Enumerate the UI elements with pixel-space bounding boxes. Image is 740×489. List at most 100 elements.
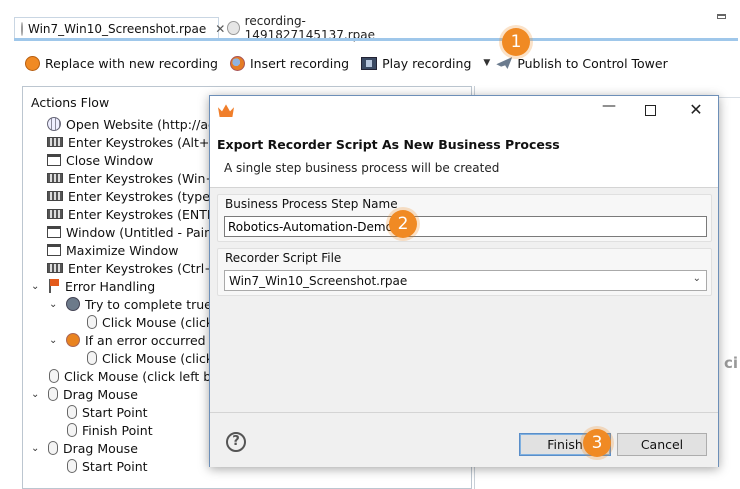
script-file-group: Recorder Script File Win7_Win10_Screensh… (217, 248, 712, 296)
tree-item[interactable]: Maximize Window (47, 241, 178, 259)
globe-icon (47, 117, 61, 131)
mouse-icon (67, 405, 77, 419)
step-name-group: Business Process Step Name (217, 194, 712, 242)
tree-item-label: Start Point (82, 404, 148, 420)
editor-tab-bar: Win7_Win10_Screenshot.rpae ✕ recording-1… (0, 0, 740, 46)
minimize-window-button[interactable]: — (599, 98, 619, 114)
mouse-icon (67, 459, 77, 473)
paper-plane-icon (496, 57, 513, 69)
replace-recording-button[interactable]: Replace with new recording (25, 55, 218, 71)
tree-item[interactable]: Enter Keystrokes (Ctrl+v) (47, 259, 227, 277)
keyboard-icon (47, 263, 63, 273)
cancel-button[interactable]: Cancel (617, 433, 707, 456)
tree-item[interactable]: ⌄ Drag Mouse (31, 439, 138, 457)
keyboard-icon (47, 173, 63, 183)
step-name-label: Business Process Step Name (225, 197, 398, 211)
tree-item-label: Window (Untitled - Paint) (66, 224, 222, 240)
tree-item[interactable]: Click Mouse (click left butt (49, 367, 229, 385)
tree-item-label: Enter Keystrokes (Win+r) (68, 170, 226, 186)
panel-title: Actions Flow (31, 95, 110, 110)
script-file-select[interactable]: Win7_Win10_Screenshot.rpae ⌄ (224, 270, 707, 291)
dialog-heading: Export Recorder Script As New Business P… (217, 137, 560, 152)
mouse-icon (48, 387, 58, 401)
insert-recording-label: Insert recording (249, 55, 350, 71)
script-file-icon (21, 21, 23, 36)
tree-item[interactable]: Start Point (67, 457, 148, 475)
script-file-value: Win7_Win10_Screenshot.rpae (229, 274, 408, 288)
replace-recording-label: Replace with new recording (45, 55, 218, 71)
expand-chevron-icon[interactable]: ⌄ (49, 335, 61, 346)
dialog-subtitle: A single step business process will be c… (224, 161, 500, 175)
help-icon[interactable]: ? (226, 432, 246, 452)
crown-app-icon (218, 104, 234, 117)
insert-recording-button[interactable]: Insert recording (229, 55, 350, 71)
play-recording-button[interactable]: Play recording (361, 56, 471, 71)
tree-item[interactable]: Click Mouse (click l (87, 313, 221, 331)
expand-chevron-icon[interactable]: ⌄ (31, 389, 43, 400)
insert-record-icon (229, 55, 245, 71)
keyboard-icon (47, 209, 63, 219)
window-icon (47, 226, 61, 238)
mouse-icon (87, 315, 97, 329)
maximize-icon (644, 105, 656, 116)
flag-icon (48, 279, 60, 293)
tree-item[interactable]: ⌄ Drag Mouse (31, 385, 138, 403)
tree-item[interactable]: Enter Keystrokes (ENTER) (47, 205, 228, 223)
tree-item-label: Drag Mouse (63, 440, 138, 456)
tree-item[interactable]: ⌄ Error Handling (31, 277, 155, 295)
tree-item-label: Start Point (82, 458, 148, 474)
dropdown-arrow-icon[interactable]: ▼ (483, 58, 490, 68)
step-marker-1: 1 (502, 28, 530, 56)
step-marker-3: 3 (583, 429, 611, 457)
expand-chevron-icon[interactable]: ⌄ (49, 299, 61, 310)
try-block-icon (66, 297, 80, 311)
tree-item-label: Finish Point (82, 422, 153, 438)
script-file-label: Recorder Script File (225, 251, 342, 265)
tree-item-label: Click Mouse (click l (102, 314, 221, 330)
tree-item[interactable]: Click Mouse (click l (87, 349, 221, 367)
error-handler-icon (66, 333, 80, 347)
tree-item-label: Close Window (66, 152, 154, 168)
maximize-window-button[interactable] (640, 102, 660, 120)
tree-item[interactable]: Window (Untitled - Paint) (47, 223, 222, 241)
tree-item[interactable]: Start Point (67, 403, 148, 421)
film-icon (361, 56, 378, 70)
play-recording-label: Play recording (382, 55, 472, 71)
dialog-header: Export Recorder Script As New Business P… (210, 126, 718, 188)
tree-item[interactable]: Close Window (47, 151, 153, 169)
active-tab-underline (14, 38, 738, 41)
tree-item-label: Maximize Window (66, 242, 179, 258)
tree-item[interactable]: ⌄ Try to complete true (49, 295, 212, 313)
tree-item-label: Error Handling (65, 278, 156, 294)
tree-item[interactable]: ⌄ If an error occurred true (49, 331, 235, 349)
script-file-icon (227, 21, 240, 35)
mouse-icon (48, 441, 58, 455)
dialog-titlebar: — ✕ (210, 96, 718, 126)
tree-item-label: Enter Keystrokes (ENTER) (68, 206, 229, 222)
tree-item[interactable]: Open Website (http://accu (47, 115, 230, 133)
tab-recording[interactable]: recording-1491827145137.rpae (221, 14, 421, 42)
window-icon (47, 154, 61, 166)
close-window-button[interactable]: ✕ (686, 100, 706, 119)
tree-item-label: Click Mouse (click l (102, 350, 221, 366)
step-name-input[interactable] (224, 216, 707, 237)
mouse-icon (87, 351, 97, 365)
minimize-view-icon[interactable] (717, 14, 726, 19)
recorder-toolbar: Replace with new recording Insert record… (0, 46, 740, 80)
dialog-footer: ? Finish Cancel (210, 412, 718, 467)
tree-item-label: Click Mouse (click left butt (64, 368, 229, 384)
window-icon (47, 244, 61, 256)
tree-item-label: Enter Keystrokes (Ctrl+v) (68, 260, 227, 276)
keyboard-icon (47, 137, 63, 147)
mouse-icon (49, 369, 59, 383)
tree-item-label: Open Website (http://accu (66, 116, 230, 132)
expand-chevron-icon[interactable]: ⌄ (31, 443, 43, 454)
record-icon (25, 55, 40, 71)
expand-chevron-icon[interactable]: ⌄ (31, 281, 43, 292)
tree-item-label: Try to complete true (85, 296, 212, 312)
tree-item[interactable]: Enter Keystrokes (Win+r) (47, 169, 226, 187)
tab-win7-win10-screenshot[interactable]: Win7_Win10_Screenshot.rpae ✕ (14, 17, 225, 39)
publish-button[interactable]: Publish to Control Tower (496, 56, 668, 71)
tree-item[interactable]: Finish Point (67, 421, 153, 439)
step-marker-2: 2 (389, 210, 417, 238)
